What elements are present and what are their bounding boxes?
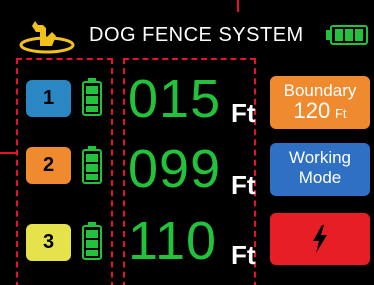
device-1-unit: Ft <box>231 98 256 128</box>
working-mode-line2: Mode <box>298 168 342 187</box>
working-mode-line1: Working <box>288 148 352 167</box>
shock-button[interactable] <box>270 213 370 265</box>
battery-icon <box>82 78 102 116</box>
battery-icon <box>82 146 102 184</box>
working-mode-button[interactable]: Working Mode <box>270 143 370 196</box>
dog-fence-screen: DOG FENCE SYSTEM 1 015 Ft 2 099 Ft 3 110… <box>0 0 374 285</box>
dog-logo-icon <box>19 21 75 54</box>
device-3-badge[interactable]: 3 <box>26 224 71 261</box>
device-1-badge[interactable]: 1 <box>26 80 71 117</box>
lightning-bolt-icon <box>313 225 327 253</box>
battery-icon <box>82 222 102 260</box>
device-1-distance: 015 <box>128 69 222 129</box>
boundary-unit: Ft <box>334 106 347 121</box>
device-3-number: 3 <box>32 230 65 255</box>
pointer-line-top <box>237 0 239 12</box>
boundary-value-line: 120 Ft <box>270 98 370 124</box>
device-1-number: 1 <box>32 86 65 111</box>
device-2-badge[interactable]: 2 <box>26 147 71 184</box>
boundary-button[interactable]: Boundary 120 Ft <box>270 76 370 129</box>
battery-full-icon <box>326 25 368 45</box>
device-3-unit: Ft <box>231 240 256 270</box>
device-2-distance: 099 <box>128 139 222 199</box>
app-title: DOG FENCE SYSTEM <box>89 24 304 46</box>
device-3-distance: 110 <box>128 211 218 271</box>
boundary-value: 120 <box>293 98 331 123</box>
device-2-unit: Ft <box>231 170 256 200</box>
device-2-number: 2 <box>32 153 65 178</box>
